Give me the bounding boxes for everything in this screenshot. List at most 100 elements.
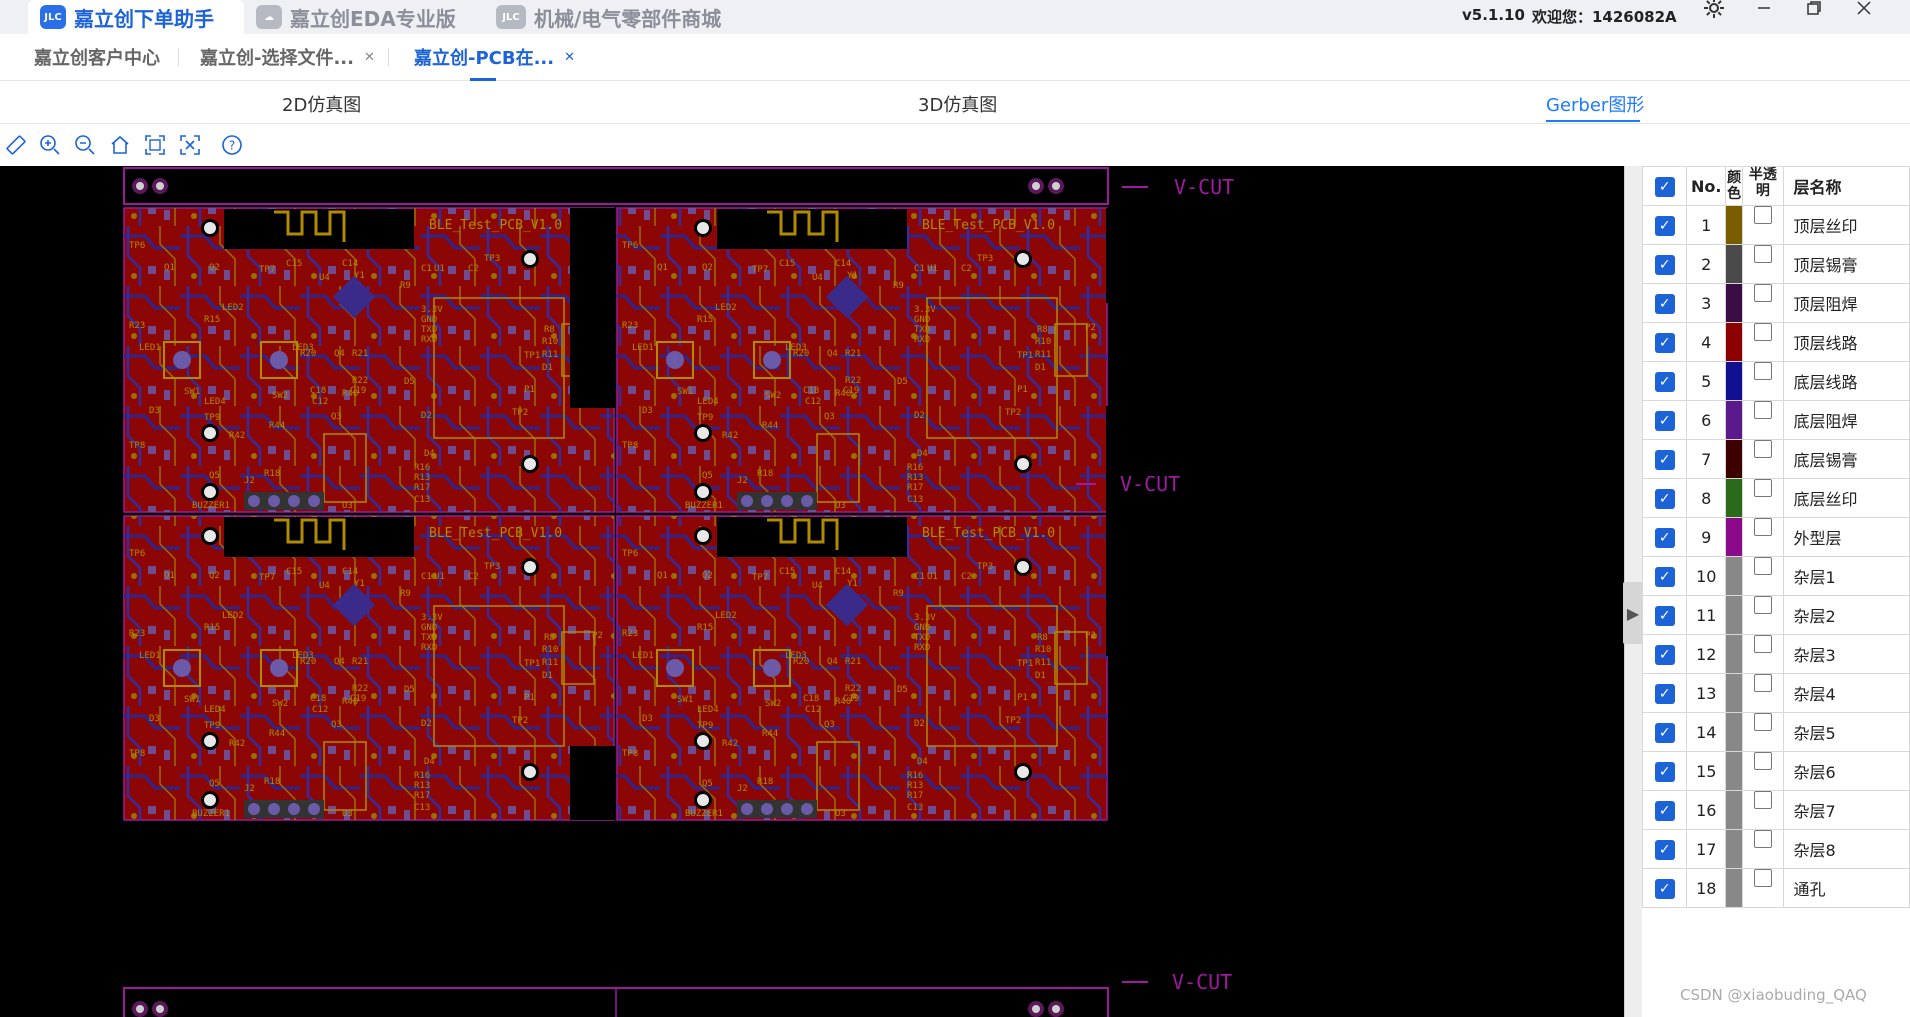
layer-semi-checkbox[interactable] [1753, 557, 1772, 575]
layer-color-swatch[interactable] [1725, 400, 1744, 440]
layer-color-swatch[interactable] [1725, 556, 1744, 596]
layer-semi-checkbox[interactable] [1753, 479, 1772, 497]
layer-row[interactable]: ✓ 2 顶层锡膏 [1641, 244, 1910, 284]
layer-semi-checkbox[interactable] [1753, 791, 1772, 809]
layer-row[interactable]: ✓ 18 通孔 [1641, 868, 1910, 908]
layer-visible-checkbox[interactable]: ✓ [1654, 449, 1675, 470]
tab-select-file[interactable]: 嘉立创-选择文件... ✕ [200, 34, 375, 80]
ruler-icon[interactable] [4, 133, 28, 157]
layer-row[interactable]: ✓ 9 外型层 [1641, 517, 1910, 557]
layer-semi-checkbox[interactable] [1753, 635, 1772, 653]
layer-color-swatch[interactable] [1725, 361, 1744, 401]
zoom-in-icon[interactable] [38, 133, 62, 157]
layer-row[interactable]: ✓ 15 杂层6 [1641, 751, 1910, 791]
layer-visible-checkbox[interactable]: ✓ [1654, 839, 1675, 860]
layer-color-swatch[interactable] [1725, 634, 1744, 674]
layer-row[interactable]: ✓ 16 杂层7 [1641, 790, 1910, 830]
layer-visible-checkbox[interactable]: ✓ [1654, 683, 1675, 704]
close-icon[interactable] [1846, 0, 1882, 18]
layer-visible-checkbox[interactable]: ✓ [1654, 644, 1675, 665]
layer-color-swatch[interactable] [1725, 283, 1744, 323]
layer-color-swatch[interactable] [1725, 244, 1744, 284]
layer-visible-checkbox[interactable]: ✓ [1654, 254, 1675, 275]
tab-pcb-online[interactable]: 嘉立创-PCB在... ✕ [414, 34, 575, 80]
layer-visible-checkbox[interactable]: ✓ [1654, 371, 1675, 392]
layer-color-swatch[interactable] [1725, 868, 1744, 908]
layer-visible-checkbox[interactable]: ✓ [1654, 293, 1675, 314]
layer-row[interactable]: ✓ 1 顶层丝印 [1641, 205, 1910, 245]
layer-semi-checkbox[interactable] [1753, 752, 1772, 770]
layer-visible-checkbox[interactable]: ✓ [1654, 488, 1675, 509]
home-icon[interactable] [108, 133, 132, 157]
layer-visible-checkbox[interactable]: ✓ [1654, 566, 1675, 587]
layer-semi-checkbox[interactable] [1753, 674, 1772, 692]
layer-semi-checkbox[interactable] [1753, 830, 1772, 848]
close-icon[interactable]: ✕ [564, 50, 575, 65]
silk-label: R8 [544, 633, 555, 643]
layer-visible-checkbox[interactable]: ✓ [1654, 878, 1675, 899]
layer-semi-checkbox[interactable] [1753, 518, 1772, 536]
layer-row[interactable]: ✓ 13 杂层4 [1641, 673, 1910, 713]
layer-semi-checkbox[interactable] [1753, 869, 1772, 887]
gear-icon[interactable] [1696, 0, 1732, 18]
layer-row[interactable]: ✓ 6 底层阻焊 [1641, 400, 1910, 440]
layer-color-swatch[interactable] [1725, 322, 1744, 362]
tab-3d-view[interactable]: 3D仿真图 [918, 91, 997, 117]
layer-color-swatch[interactable] [1725, 205, 1744, 245]
maximize-icon[interactable] [1796, 0, 1832, 18]
layer-color-swatch[interactable] [1725, 790, 1744, 830]
tab-2d-view[interactable]: 2D仿真图 [282, 91, 361, 117]
layer-semi-checkbox[interactable] [1753, 284, 1772, 302]
layer-semi-checkbox[interactable] [1753, 245, 1772, 263]
tab-customer-center[interactable]: 嘉立创客户中心 [34, 34, 160, 80]
layer-visible-checkbox[interactable]: ✓ [1654, 761, 1675, 782]
layer-visible-checkbox[interactable]: ✓ [1654, 527, 1675, 548]
layer-row[interactable]: ✓ 10 杂层1 [1641, 556, 1910, 596]
layer-visible-checkbox[interactable]: ✓ [1654, 332, 1675, 353]
layer-row[interactable]: ✓ 5 底层线路 [1641, 361, 1910, 401]
layer-row[interactable]: ✓ 11 杂层2 [1641, 595, 1910, 635]
layer-semi-checkbox[interactable] [1753, 713, 1772, 731]
layer-row[interactable]: ✓ 12 杂层3 [1641, 634, 1910, 674]
app-tab-parts-mall[interactable]: JLC 机械/电气零部件商城 [496, 0, 721, 34]
layer-color-swatch[interactable] [1725, 517, 1744, 557]
minimize-icon[interactable] [1746, 0, 1782, 18]
layer-visible-checkbox[interactable]: ✓ [1654, 722, 1675, 743]
layer-semi-checkbox[interactable] [1753, 323, 1772, 341]
layer-semi-checkbox[interactable] [1753, 401, 1772, 419]
help-icon[interactable]: ? [220, 133, 244, 157]
layer-visible-checkbox[interactable]: ✓ [1654, 800, 1675, 821]
layer-color-swatch[interactable] [1725, 595, 1744, 635]
layer-color-swatch[interactable] [1725, 673, 1744, 713]
layer-row[interactable]: ✓ 7 底层锡膏 [1641, 439, 1910, 479]
layer-row[interactable]: ✓ 3 顶层阻焊 [1641, 283, 1910, 323]
fullscreen-icon[interactable] [178, 133, 202, 157]
layer-row[interactable]: ✓ 8 底层丝印 [1641, 478, 1910, 518]
collapse-panel-button[interactable]: ▶ [1623, 582, 1643, 644]
layer-color-swatch[interactable] [1725, 439, 1744, 479]
layer-row[interactable]: ✓ 14 杂层5 [1641, 712, 1910, 752]
pcb-panel[interactable]: BLE_Test_PCB_V1.0 TP6 TP7 TP3 TP1 TP2 TP8 TP9 C1… [0, 166, 1624, 1017]
select-all-checkbox[interactable]: ✓ [1654, 176, 1675, 197]
gerber-canvas[interactable]: BLE_Test_PCB_V1.0 TP6 TP7 TP3 TP1 TP2 TP8 TP9 C1… [0, 166, 1624, 1017]
layer-color-swatch[interactable] [1725, 829, 1744, 869]
layer-color-swatch[interactable] [1725, 712, 1744, 752]
tab-gerber-view[interactable]: Gerber图形 [1546, 91, 1644, 117]
layer-semi-checkbox[interactable] [1753, 362, 1772, 380]
layer-visible-checkbox[interactable]: ✓ [1654, 215, 1675, 236]
layer-semi-checkbox[interactable] [1753, 440, 1772, 458]
zoom-out-icon[interactable] [73, 133, 97, 157]
layer-color-swatch[interactable] [1725, 478, 1744, 518]
layer-semi-cell [1742, 751, 1784, 791]
layer-visible-checkbox[interactable]: ✓ [1654, 410, 1675, 431]
close-icon[interactable]: ✕ [364, 50, 375, 65]
layer-semi-checkbox[interactable] [1753, 206, 1772, 224]
layer-row[interactable]: ✓ 17 杂层8 [1641, 829, 1910, 869]
app-tab-eda[interactable]: ☁ 嘉立创EDA专业版 [256, 0, 456, 34]
app-tab-order-assistant[interactable]: JLC 嘉立创下单助手 [28, 0, 244, 34]
layer-row[interactable]: ✓ 4 顶层线路 [1641, 322, 1910, 362]
layer-color-swatch[interactable] [1725, 751, 1744, 791]
layer-visible-checkbox[interactable]: ✓ [1654, 605, 1675, 626]
layer-semi-checkbox[interactable] [1753, 596, 1772, 614]
fit-view-icon[interactable] [143, 133, 167, 157]
